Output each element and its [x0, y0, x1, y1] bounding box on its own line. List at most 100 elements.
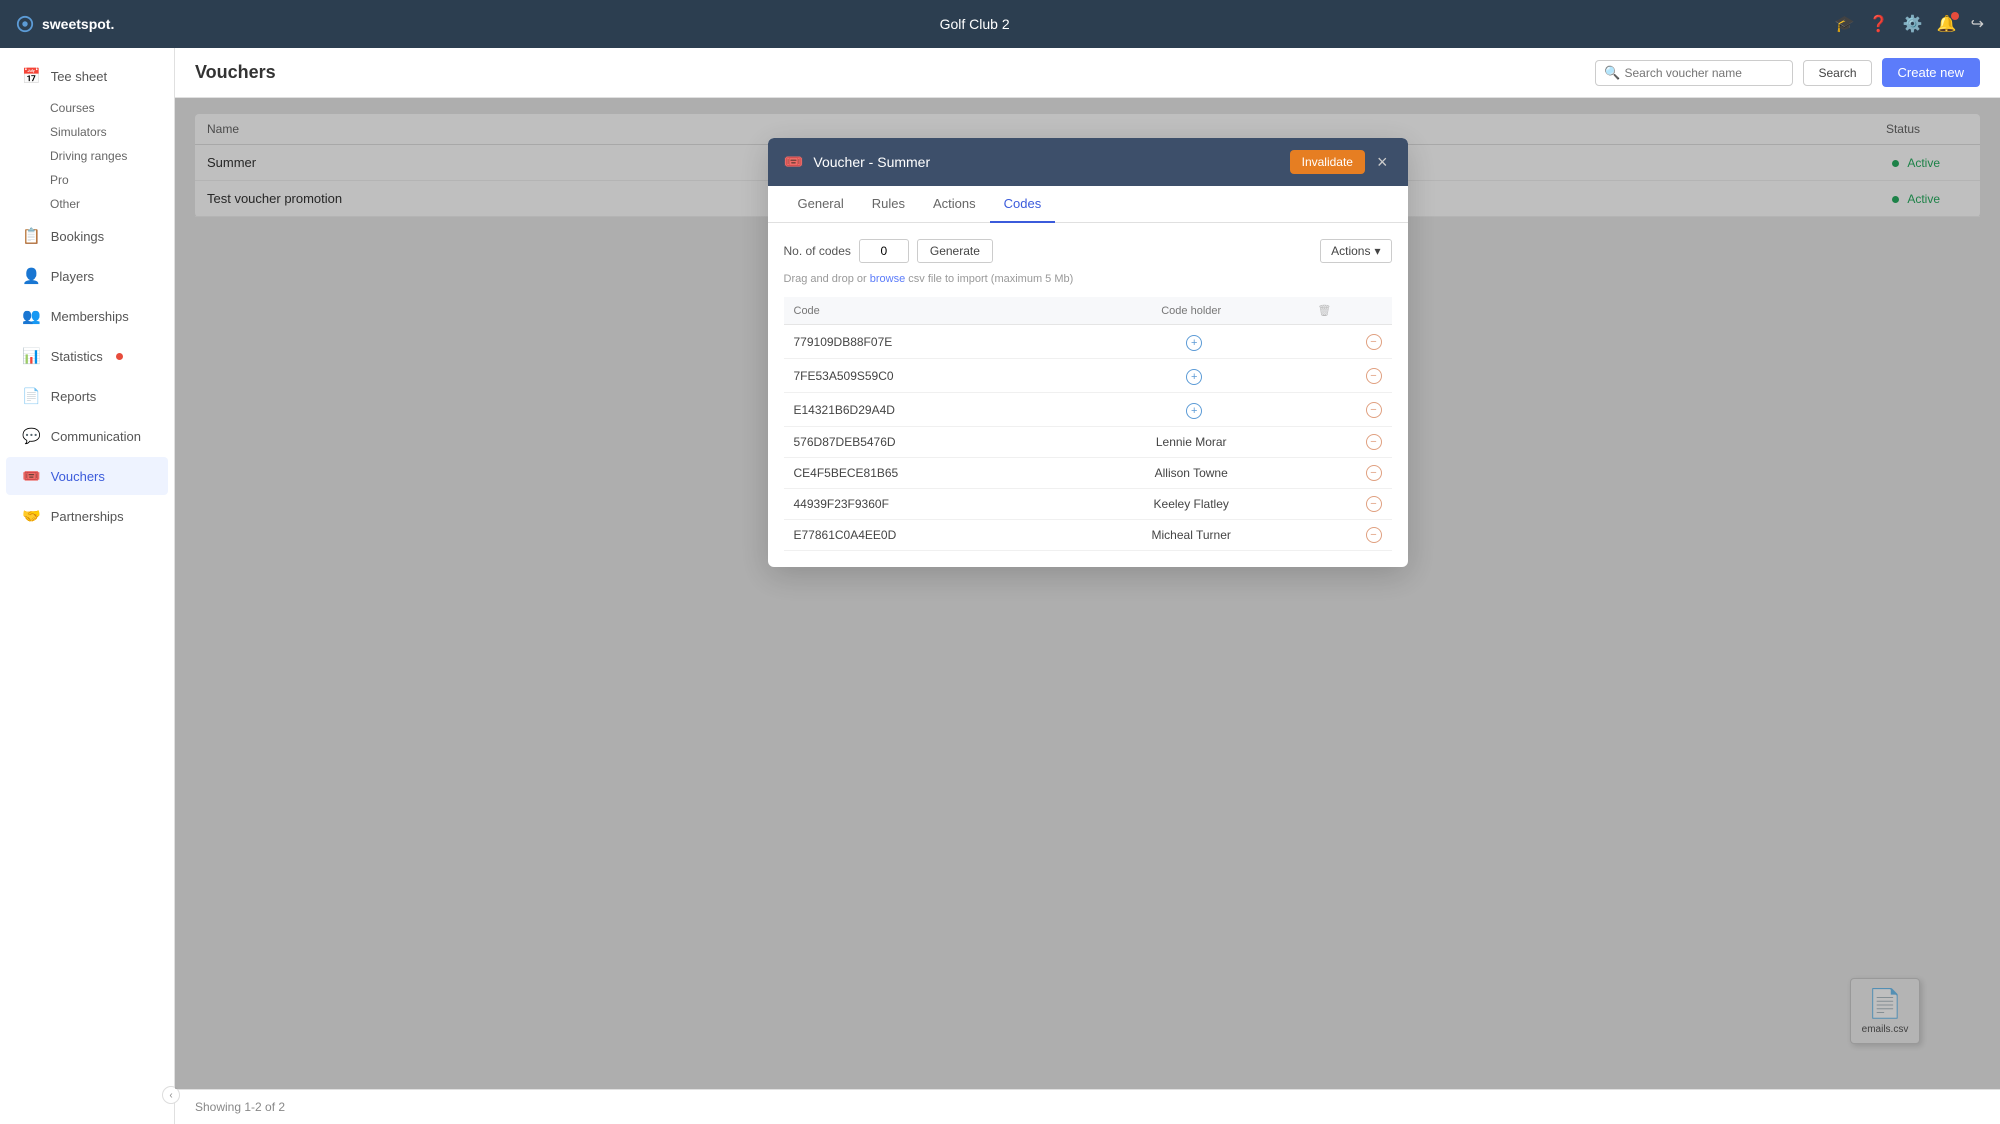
- reports-icon: 📄: [22, 387, 41, 405]
- search-input[interactable]: [1624, 61, 1784, 85]
- code-value: 779109DB88F07E: [784, 325, 1076, 359]
- actions-label: Actions: [1331, 244, 1370, 258]
- logout-icon[interactable]: ↪: [1971, 14, 1984, 34]
- code-holder-cell: +: [1075, 325, 1307, 359]
- remove-code-icon[interactable]: −: [1366, 434, 1382, 450]
- main-content: Vouchers 🔍 Search Create new Name Status: [175, 48, 2000, 1124]
- sidebar-item-communication[interactable]: 💬 Communication: [6, 417, 168, 455]
- search-wrapper: 🔍: [1595, 60, 1793, 86]
- modal-title: Voucher - Summer: [813, 154, 930, 170]
- code-count-input[interactable]: [859, 239, 909, 263]
- sidebar-item-players[interactable]: 👤 Players: [6, 257, 168, 295]
- vouchers-table-area: Name Status Summer Active Test voucher p…: [175, 98, 2000, 1089]
- sidebar-item-label: Memberships: [51, 309, 129, 324]
- modal-body: No. of codes Generate Actions ▾ Drag: [768, 223, 1408, 567]
- tee-sheet-icon: 📅: [22, 67, 41, 85]
- code-action-cell: −: [1307, 489, 1391, 520]
- trash-icon[interactable]: 🗑: [1317, 305, 1331, 317]
- codes-table: Code Code holder 🗑 779109DB88F07E: [784, 297, 1392, 551]
- modal-header-right: Invalidate ×: [1290, 150, 1392, 174]
- code-holder-cell: Allison Towne: [1075, 458, 1307, 489]
- sidebar-item-vouchers[interactable]: 🎟️ Vouchers: [6, 457, 168, 495]
- sidebar-item-label: Players: [51, 269, 94, 284]
- invalidate-button[interactable]: Invalidate: [1290, 150, 1365, 174]
- sidebar-sub-pro[interactable]: Pro: [42, 168, 174, 192]
- code-table-row: 44939F23F9360F Keeley Flatley −: [784, 489, 1392, 520]
- modal-voucher-icon: 🎟️: [784, 152, 804, 172]
- sidebar-sub-driving-ranges[interactable]: Driving ranges: [42, 144, 174, 168]
- app-logo-text: sweetspot.: [42, 16, 114, 32]
- sidebar-sub-simulators[interactable]: Simulators: [42, 120, 174, 144]
- sidebar-item-tee-sheet[interactable]: 📅 Tee sheet: [6, 57, 168, 95]
- code-action-cell: −: [1307, 359, 1391, 393]
- code-holder-cell: Keeley Flatley: [1075, 489, 1307, 520]
- remove-code-icon[interactable]: −: [1366, 465, 1382, 481]
- code-value: 7FE53A509S59C0: [784, 359, 1076, 393]
- sidebar-item-label: Tee sheet: [51, 69, 107, 84]
- tab-rules[interactable]: Rules: [858, 186, 919, 223]
- code-action-cell: −: [1307, 520, 1391, 551]
- bookings-icon: 📋: [22, 227, 41, 245]
- code-value: 44939F23F9360F: [784, 489, 1076, 520]
- add-holder-icon[interactable]: +: [1186, 335, 1202, 351]
- topbar: sweetspot. Golf Club 2 🎓 ❓ ⚙️ 🔔 ↪: [0, 0, 2000, 48]
- codes-toolbar-left: No. of codes Generate: [784, 239, 993, 263]
- remove-code-icon[interactable]: −: [1366, 334, 1382, 350]
- graduation-icon[interactable]: 🎓: [1835, 14, 1855, 34]
- statistics-icon: 📊: [22, 347, 41, 365]
- actions-dropdown-button[interactable]: Actions ▾: [1320, 239, 1391, 263]
- sidebar-item-reports[interactable]: 📄 Reports: [6, 377, 168, 415]
- communication-icon: 💬: [22, 427, 41, 445]
- remove-code-icon[interactable]: −: [1366, 402, 1382, 418]
- help-icon[interactable]: ❓: [1869, 14, 1889, 34]
- chevron-down-icon: ▾: [1374, 244, 1380, 258]
- sidebar-item-label: Bookings: [51, 229, 104, 244]
- code-value: E77861C0A4EE0D: [784, 520, 1076, 551]
- tab-actions[interactable]: Actions: [919, 186, 990, 223]
- sidebar-item-statistics[interactable]: 📊 Statistics: [6, 337, 168, 375]
- club-name: Golf Club 2: [940, 16, 1010, 32]
- remove-code-icon[interactable]: −: [1366, 527, 1382, 543]
- code-holder-cell: +: [1075, 393, 1307, 427]
- holder-col-header: Code holder: [1075, 297, 1307, 325]
- sidebar-sub-other[interactable]: Other: [42, 192, 174, 216]
- modal-header-left: 🎟️ Voucher - Summer: [784, 152, 931, 172]
- search-button[interactable]: Search: [1803, 60, 1871, 86]
- add-holder-icon[interactable]: +: [1186, 403, 1202, 419]
- sidebar: 📅 Tee sheet Courses Simulators Driving r…: [0, 48, 175, 1124]
- sidebar-item-partnerships[interactable]: 🤝 Partnerships: [6, 497, 168, 535]
- create-new-button[interactable]: Create new: [1882, 58, 1980, 87]
- tab-general[interactable]: General: [784, 186, 858, 223]
- sidebar-item-memberships[interactable]: 👥 Memberships: [6, 297, 168, 335]
- sidebar-sub-tee-sheet: Courses Simulators Driving ranges Pro Ot…: [0, 96, 174, 216]
- code-holder-cell: +: [1075, 359, 1307, 393]
- code-value: E14321B6D29A4D: [784, 393, 1076, 427]
- showing-label: Showing 1-2 of 2: [195, 1100, 285, 1114]
- partnerships-icon: 🤝: [22, 507, 41, 525]
- code-value: CE4F5BECE81B65: [784, 458, 1076, 489]
- code-action-cell: −: [1307, 325, 1391, 359]
- codes-toolbar: No. of codes Generate Actions ▾: [784, 239, 1392, 263]
- bell-icon[interactable]: 🔔: [1937, 14, 1957, 34]
- import-hint: Drag and drop or browse csv file to impo…: [784, 273, 1392, 285]
- sidebar-sub-courses[interactable]: Courses: [42, 96, 174, 120]
- browse-link[interactable]: browse: [870, 273, 905, 285]
- close-modal-button[interactable]: ×: [1373, 151, 1392, 173]
- sidebar-item-label: Vouchers: [51, 469, 105, 484]
- generate-button[interactable]: Generate: [917, 239, 993, 263]
- code-holder-cell: Micheal Turner: [1075, 520, 1307, 551]
- sidebar-item-label: Communication: [51, 429, 141, 444]
- code-table-row: E77861C0A4EE0D Micheal Turner −: [784, 520, 1392, 551]
- holder-name: Keeley Flatley: [1154, 497, 1229, 511]
- tab-codes[interactable]: Codes: [990, 186, 1056, 223]
- vouchers-icon: 🎟️: [22, 467, 41, 485]
- remove-code-icon[interactable]: −: [1366, 368, 1382, 384]
- sidebar-item-bookings[interactable]: 📋 Bookings: [6, 217, 168, 255]
- add-holder-icon[interactable]: +: [1186, 369, 1202, 385]
- settings-icon[interactable]: ⚙️: [1903, 14, 1923, 34]
- remove-code-icon[interactable]: −: [1366, 496, 1382, 512]
- page-footer: Showing 1-2 of 2: [175, 1089, 2000, 1124]
- code-table-row: E14321B6D29A4D + −: [784, 393, 1392, 427]
- sidebar-item-label: Statistics: [51, 349, 103, 364]
- memberships-icon: 👥: [22, 307, 41, 325]
